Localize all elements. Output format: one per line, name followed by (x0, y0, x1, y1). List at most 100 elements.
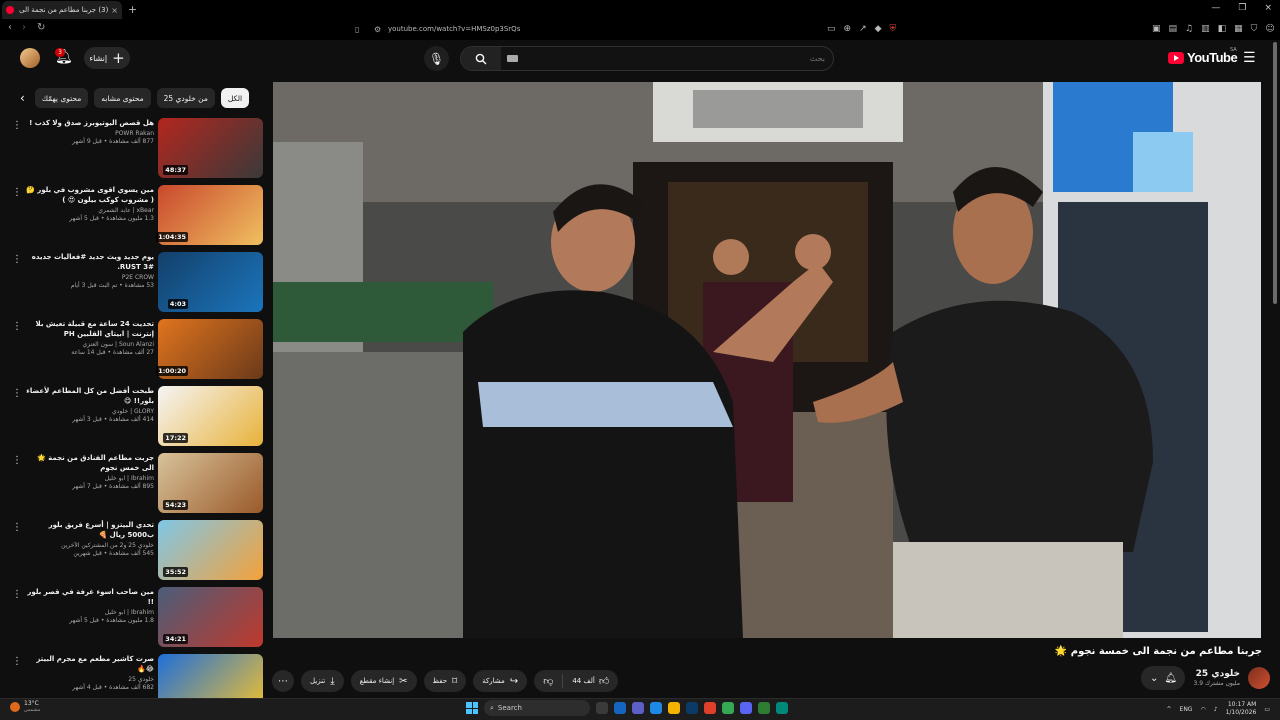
item-menu-icon[interactable]: ⋮ (12, 522, 22, 533)
windows-start-icon[interactable] (466, 702, 478, 714)
recommended-item[interactable]: ⋮ طبخت أفضل من كل المطاعم لأعضاء بلور!! 😋… (8, 384, 266, 449)
item-title[interactable]: جربت مطاعم الفنادق من نجمة 🌟 الى خمس نجو… (26, 453, 154, 473)
extension-icon[interactable]: ◆ (875, 24, 882, 34)
item-menu-icon[interactable]: ⋮ (12, 321, 22, 332)
video-player[interactable] (273, 82, 1261, 638)
item-title[interactable]: طبخت أفضل من كل المطاعم لأعضاء بلور!! 😋 (26, 386, 154, 406)
create-button[interactable]: إنشاء + (84, 47, 130, 69)
shield-icon[interactable]: ⛨ (890, 24, 897, 34)
back-icon[interactable]: ‹ (8, 22, 12, 33)
teams-icon[interactable] (632, 702, 644, 714)
item-title[interactable]: مين يسوي اقوى مشروب في بلور 🤔 ( مشروب كو… (26, 185, 154, 205)
edge-icon[interactable] (776, 702, 788, 714)
item-title[interactable]: مين صاحب اسوء غرفة في قصر بلور !! (26, 587, 154, 607)
profile-icon[interactable]: ☺ (1265, 24, 1274, 34)
item-menu-icon[interactable]: ⋮ (12, 589, 22, 600)
chip-related[interactable]: محتوى مشابه (94, 88, 151, 108)
item-title[interactable]: تحدي البيتزو | أسرع فريق بلور ب5000 ريال… (26, 520, 154, 540)
recommended-item[interactable]: ⋮ جربت مطاعم الفنادق من نجمة 🌟 الى خمس نج… (8, 451, 266, 516)
chip-scroll-left-icon[interactable]: ‹ (20, 91, 25, 105)
keyboard-icon[interactable] (507, 55, 518, 62)
volume-icon[interactable]: ♪ (1214, 706, 1218, 713)
page-scrollbar[interactable] (1273, 42, 1277, 304)
recommended-item[interactable]: ⋮ يوم جديد ويث جديد #فعاليات جديده #3 RUS… (8, 250, 266, 315)
clock[interactable]: 10:17 AM 1/10/2026 (1226, 701, 1257, 717)
item-title[interactable]: صرت كاشير مطعم مع مجرم البيتز 😂🔥 (26, 654, 154, 674)
item-channel[interactable]: GLORY | خلودي (26, 408, 154, 415)
app-icon-2[interactable] (650, 702, 662, 714)
clip-button[interactable]: إنشاء مقطع ✂ (350, 670, 417, 692)
item-menu-icon[interactable]: ⋮ (12, 388, 22, 399)
dislike-button[interactable]: 👎︎ (534, 670, 562, 692)
site-info-icon[interactable]: ⚙ (374, 25, 381, 34)
wallet-icon[interactable]: ▣ (1152, 24, 1161, 34)
recommended-item[interactable]: ⋮ تحديت 24 ساعة مع قبيلة تعيش بلا إنترنت … (8, 317, 266, 382)
recommended-item[interactable]: ⋮ هل قصص اليوتيوبرز صدق ولا كذب ! POWR Rak… (8, 116, 266, 181)
recommended-item[interactable]: ⋮ تحدي البيتزو | أسرع فريق بلور ب5000 ريا… (8, 518, 266, 583)
item-channel[interactable]: POWR Rakan (26, 130, 154, 137)
search-input[interactable] (525, 51, 825, 66)
item-title[interactable]: يوم جديد ويث جديد #فعاليات جديده #3 RUST… (26, 252, 154, 272)
tab-list-icon[interactable]: ▤ (1169, 24, 1178, 34)
bookmark-icon[interactable]: ▯ (355, 25, 359, 34)
item-menu-icon[interactable]: ⋮ (12, 656, 22, 667)
chip-from-channel[interactable]: من خلودي 25 (156, 88, 215, 108)
chip-recommended-for-you[interactable]: محتوى يهمّك (34, 88, 89, 108)
item-menu-icon[interactable]: ⋮ (12, 120, 22, 131)
channel-avatar[interactable] (1248, 667, 1270, 689)
item-title[interactable]: هل قصص اليوتيوبرز صدق ولا كذب ! (26, 118, 154, 128)
save-button[interactable]: حفظ ⌑ (423, 670, 467, 692)
download-button[interactable]: تنزيل ⤓ (301, 670, 344, 692)
app-icon-3[interactable] (758, 702, 770, 714)
item-channel[interactable]: Ibrahim | ابو خليل (26, 475, 154, 482)
url-text[interactable]: youtube.com/watch?v=HMSz0p3SrQs (388, 25, 520, 33)
tab-close-icon[interactable]: × (111, 6, 118, 15)
channel-name[interactable]: خلودي 25 (1193, 669, 1240, 679)
discord-icon[interactable] (740, 702, 752, 714)
close-window-button[interactable]: × (1264, 3, 1272, 13)
minimize-button[interactable]: — (1211, 3, 1220, 13)
vpn-icon[interactable]: ⛉ (1251, 24, 1258, 34)
recommended-item[interactable]: ⋮ مين صاحب اسوء غرفة في قصر بلور !! Ibrahi… (8, 585, 266, 650)
browser-tab[interactable]: (3) جربنا مطاعم من نجمة الى × (2, 1, 122, 19)
chip-all[interactable]: الكل (220, 88, 250, 108)
chrome-icon[interactable] (722, 702, 734, 714)
guide-menu-icon[interactable]: ☰ (1243, 50, 1256, 66)
brave-icon[interactable] (704, 702, 716, 714)
wifi-icon[interactable]: ◠ (1200, 706, 1205, 713)
item-channel[interactable]: P2E CROW (26, 274, 154, 281)
channel-info[interactable]: خلودي 25 3.9 مليون مشترك (1193, 669, 1240, 687)
weather-widget[interactable]: 13°C مشمس (10, 700, 40, 713)
steam-icon[interactable] (686, 702, 698, 714)
panel-icon[interactable]: ◧ (1218, 24, 1227, 34)
new-tab-button[interactable]: + (128, 3, 137, 16)
input-language[interactable]: ENG (1180, 706, 1193, 713)
search-button[interactable] (461, 47, 501, 70)
more-actions-button[interactable]: ⋯ (272, 670, 294, 692)
maximize-button[interactable]: ❐ (1238, 3, 1246, 13)
share-page-icon[interactable]: ↗ (859, 24, 867, 34)
tray-chevron-icon[interactable]: ^ (1167, 706, 1172, 713)
youtube-logo[interactable]: YouTube SA (1168, 47, 1238, 65)
item-channel[interactable]: xBear | عابد الشمري (26, 207, 154, 214)
app-icon-1[interactable] (614, 702, 626, 714)
voice-search-icon[interactable]: 🎙︎ (424, 46, 449, 71)
item-menu-icon[interactable]: ⋮ (12, 455, 22, 466)
item-channel[interactable]: Ibrahim | ابو خليل (26, 609, 154, 616)
account-avatar[interactable] (20, 48, 40, 68)
like-button[interactable]: 44 ألف 👍︎ (563, 670, 618, 692)
share-button[interactable]: مشاركة ↪ (473, 670, 528, 692)
screenshot-icon[interactable]: ▦ (1234, 24, 1243, 34)
sidebar-icon[interactable]: ▥ (1201, 24, 1210, 34)
notification-center-icon[interactable]: ▭ (1264, 706, 1270, 713)
subscribed-button[interactable]: ⌄ 🔔︎ (1141, 666, 1186, 690)
item-title[interactable]: تحديت 24 ساعة مع قبيلة تعيش بلا إنترنت |… (26, 319, 154, 339)
item-channel[interactable]: خلودي 25 و2 من المشتركين الآخرين (26, 542, 154, 549)
item-channel[interactable]: خلودي 25 (26, 676, 154, 683)
reload-icon[interactable]: ↻ (37, 22, 45, 33)
item-menu-icon[interactable]: ⋮ (12, 254, 22, 265)
taskbar-search[interactable]: ⌕ Search (484, 700, 590, 716)
item-menu-icon[interactable]: ⋮ (12, 187, 22, 198)
reader-icon[interactable]: ▭ (827, 24, 836, 34)
task-view-icon[interactable] (596, 702, 608, 714)
